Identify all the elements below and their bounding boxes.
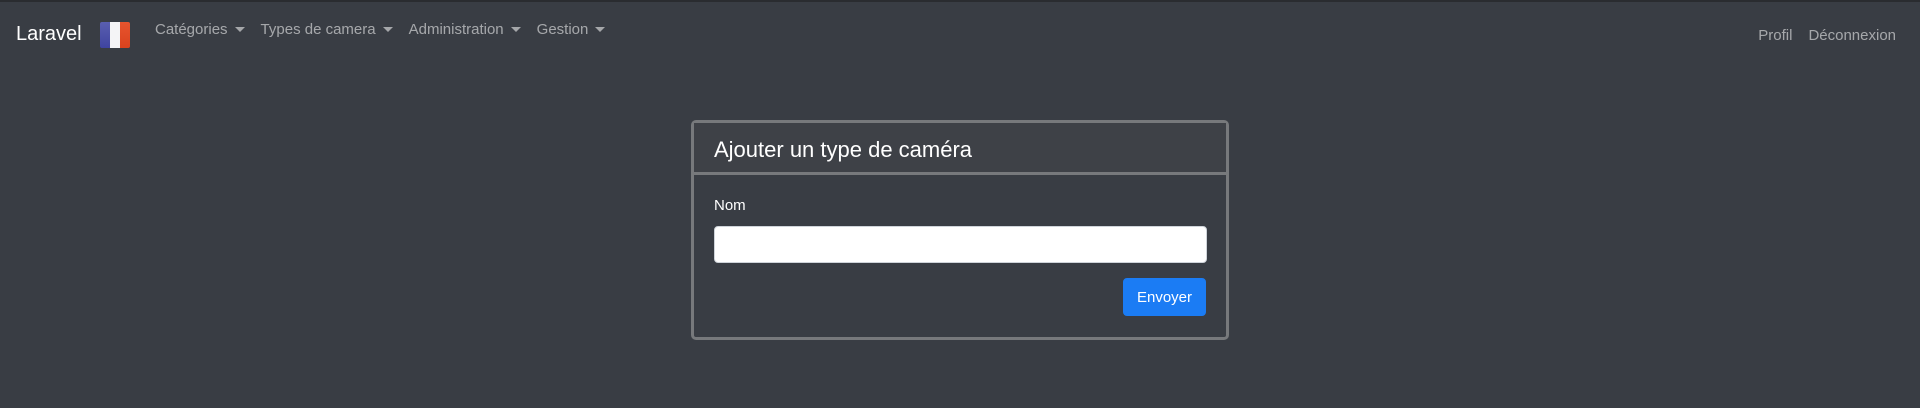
profile-link[interactable]: Profil — [1750, 26, 1800, 46]
brand-link[interactable]: Laravel — [16, 22, 82, 46]
navbar: Laravel Catégories Types de camera Admin… — [0, 2, 1920, 66]
nav-dropdown-label: Administration — [408, 21, 504, 38]
add-camera-type-card: Ajouter un type de caméra Nom Envoyer — [691, 120, 1229, 340]
chevron-down-icon — [382, 26, 393, 32]
chevron-down-icon — [510, 26, 521, 32]
nav-dropdown-categories[interactable]: Catégories — [147, 20, 253, 40]
name-input[interactable] — [714, 226, 1207, 263]
nav-dropdown-label: Catégories — [155, 21, 228, 38]
chevron-down-icon — [234, 26, 245, 32]
chevron-down-icon — [595, 26, 606, 32]
nav-dropdown-label: Gestion — [536, 21, 589, 38]
nav-menu: Catégories Types de camera Administratio… — [147, 20, 613, 40]
card-body: Nom Envoyer — [694, 175, 1226, 337]
logout-link[interactable]: Déconnexion — [1800, 26, 1904, 46]
submit-button[interactable]: Envoyer — [1122, 278, 1206, 316]
nav-right: Profil Déconnexion — [1750, 26, 1904, 46]
card-title: Ajouter un type de caméra — [694, 123, 1226, 175]
france-flag-icon[interactable] — [100, 22, 130, 48]
nav-dropdown-administration[interactable]: Administration — [401, 20, 529, 40]
nav-dropdown-gestion[interactable]: Gestion — [529, 20, 614, 40]
name-label: Nom — [714, 197, 746, 214]
nav-dropdown-label: Types de camera — [260, 21, 376, 38]
nav-dropdown-camera-types[interactable]: Types de camera — [253, 20, 401, 40]
